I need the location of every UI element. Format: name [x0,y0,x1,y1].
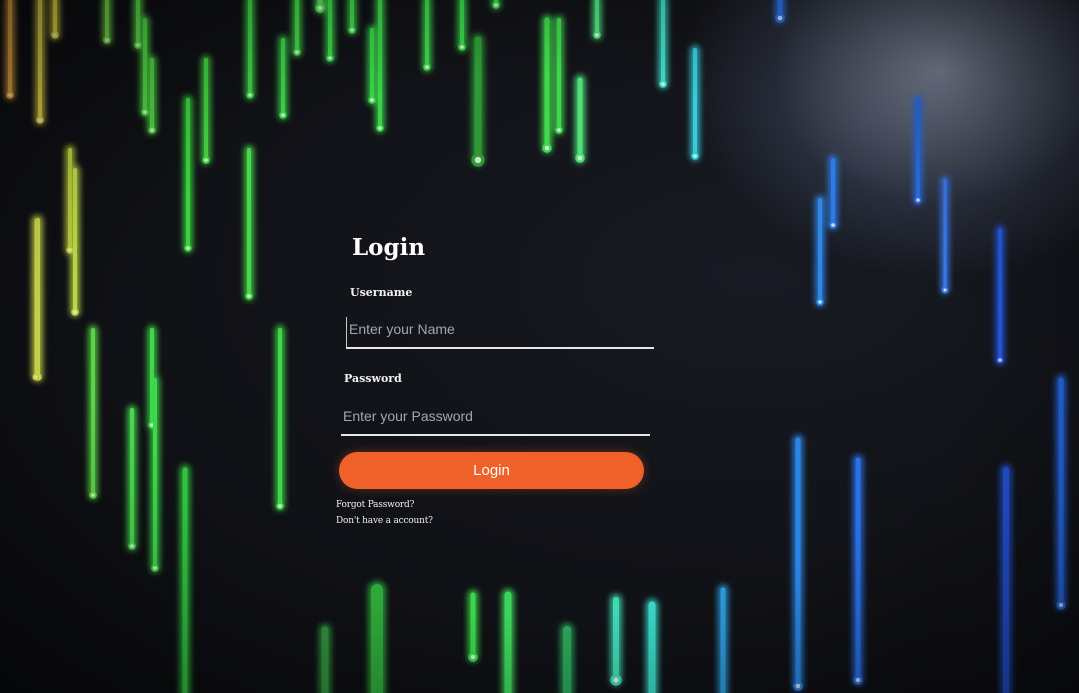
signup-link[interactable]: Don't have a account? [336,516,433,526]
password-input[interactable] [341,404,650,436]
password-label: Password [344,372,402,385]
username-label: Username [350,286,413,299]
login-form: Login Username Password Login Forgot Pas… [336,232,658,532]
login-title: Login [352,234,426,261]
username-input[interactable] [346,317,654,349]
login-button[interactable]: Login [339,452,644,489]
login-screen: Login Username Password Login Forgot Pas… [0,0,1079,693]
forgot-password-link[interactable]: Forgot Password? [336,500,414,510]
